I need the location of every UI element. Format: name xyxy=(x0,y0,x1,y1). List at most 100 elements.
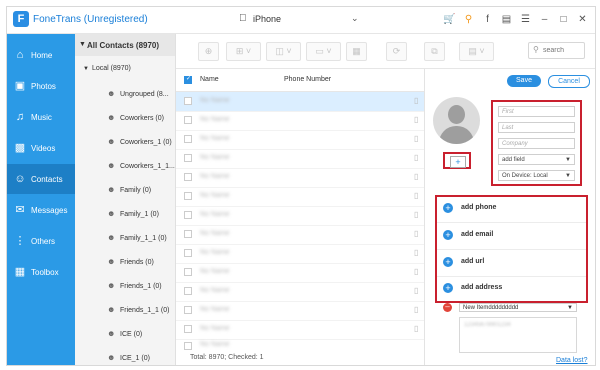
row-checkbox[interactable] xyxy=(184,116,192,124)
sidebar-item-home[interactable]: ⌂ Home xyxy=(7,40,75,70)
sidebar-item-others[interactable]: ⋮ Others xyxy=(7,226,75,256)
row-checkbox[interactable] xyxy=(184,287,192,295)
on-device-label: On Device: Local xyxy=(502,173,548,179)
tree-group[interactable]: ☻ Ungrouped (8... xyxy=(107,89,175,103)
table-row[interactable]: No Name ▯ xyxy=(176,282,424,302)
add-address-row[interactable]: + add address xyxy=(437,277,586,302)
maximize-icon[interactable]: □ xyxy=(557,12,570,27)
table-row[interactable]: No Name ▯ xyxy=(176,301,424,321)
search-box: ⚲ xyxy=(528,42,585,59)
add-field-select[interactable]: add field ▼ xyxy=(498,154,575,165)
export-button[interactable]: ◫ ˅ xyxy=(266,42,301,61)
cancel-button[interactable]: Cancel xyxy=(548,75,590,88)
contact-name: No Name xyxy=(200,325,230,332)
add-email-row[interactable]: + add email xyxy=(437,224,586,250)
first-name-field[interactable]: First xyxy=(498,106,575,117)
tree-group[interactable]: ☻ Coworkers (0) xyxy=(107,113,175,127)
menu-icon[interactable]: ☰ xyxy=(519,12,532,27)
toolbox-button[interactable]: ▤ ˅ xyxy=(459,42,494,61)
row-checkbox[interactable] xyxy=(184,154,192,162)
table-row[interactable]: No Name xyxy=(176,339,424,351)
plus-circle-icon: + xyxy=(443,203,453,213)
table-row[interactable]: No Name ▯ xyxy=(176,187,424,207)
tree-group[interactable]: ☻ ICE (0) xyxy=(107,329,175,343)
tree-group[interactable]: ☻ Coworkers_1_1... xyxy=(107,161,175,175)
table-row[interactable]: No Name ▯ xyxy=(176,111,424,131)
add-phone-row[interactable]: + add phone xyxy=(437,197,586,223)
phone-icon: ▯ xyxy=(414,286,419,295)
save-button[interactable]: Save xyxy=(507,75,541,87)
refresh-button[interactable]: ⟳ xyxy=(386,42,407,61)
tree-group[interactable]: ☻ Family_1_1 (0) xyxy=(107,233,175,247)
close-icon[interactable]: ✕ xyxy=(576,12,589,27)
key-icon[interactable]: ⚲ xyxy=(462,12,475,27)
row-checkbox[interactable] xyxy=(184,173,192,181)
facebook-icon[interactable]: f xyxy=(481,12,494,27)
tree-group[interactable]: ☻ Friends_1 (0) xyxy=(107,281,175,295)
delete-button[interactable]: ▦ xyxy=(346,42,367,61)
sidebar-item-contacts[interactable]: ☺ Contacts xyxy=(7,164,75,194)
table-row[interactable]: No Name ▯ xyxy=(176,263,424,283)
last-name-field[interactable]: Last xyxy=(498,122,575,133)
tree-all-contacts[interactable]: ▼ All Contacts (8970) xyxy=(75,34,175,56)
table-row[interactable]: No Name ▯ xyxy=(176,244,424,264)
row-checkbox[interactable] xyxy=(184,268,192,276)
row-checkbox[interactable] xyxy=(184,135,192,143)
import-button[interactable]: ⊞ ˅ xyxy=(226,42,261,61)
row-checkbox[interactable] xyxy=(184,249,192,257)
device-selector[interactable]:  iPhone ⌄ xyxy=(239,12,359,28)
trash-icon: ▦ xyxy=(352,46,361,56)
row-checkbox[interactable] xyxy=(184,342,192,350)
add-url-row[interactable]: + add url xyxy=(437,251,586,277)
select-all-checkbox[interactable] xyxy=(184,75,192,84)
column-header-phone[interactable]: Phone Number xyxy=(284,76,331,83)
tree-group[interactable]: ☻ Family (0) xyxy=(107,185,175,199)
sidebar-item-messages[interactable]: ✉ Messages xyxy=(7,195,75,225)
plus-circle-icon: + xyxy=(443,257,453,267)
row-checkbox[interactable] xyxy=(184,306,192,314)
row-checkbox[interactable] xyxy=(184,230,192,238)
on-device-select[interactable]: On Device: Local ▼ xyxy=(498,170,575,181)
table-row[interactable]: No Name ▯ xyxy=(176,168,424,188)
minimize-icon[interactable]: – xyxy=(538,12,551,27)
row-checkbox[interactable] xyxy=(184,325,192,333)
sidebar-item-music[interactable]: ♫ Music xyxy=(7,102,75,132)
contact-name: No Name xyxy=(200,249,230,256)
tree-group[interactable]: ☻ ICE_1 (0) xyxy=(107,353,175,365)
tree-local[interactable]: ▼ Local (8970) xyxy=(83,65,131,72)
new-item-textarea[interactable]: 12345678901234 xyxy=(459,317,577,353)
tree-group[interactable]: ☻ Friends_1_1 (0) xyxy=(107,305,175,319)
row-checkbox[interactable] xyxy=(184,97,192,105)
chat-icon[interactable]: ▤ xyxy=(500,12,513,27)
sidebar-item-toolbox[interactable]: ▦ Toolbox xyxy=(7,257,75,287)
duplicate-button[interactable]: ⧉ xyxy=(424,42,445,61)
add-contact-button[interactable]: ⊕ xyxy=(198,42,219,61)
table-row[interactable]: No Name ▯ xyxy=(176,92,424,112)
expand-icon: ▼ xyxy=(79,41,86,48)
sidebar-item-photos[interactable]: ▣ Photos xyxy=(7,71,75,101)
new-item-select[interactable]: New Itemddddddddd ▼ xyxy=(459,303,577,312)
table-row[interactable]: No Name ▯ xyxy=(176,130,424,150)
add-photo-button[interactable]: + xyxy=(450,156,466,168)
import-icon: ⊞ ˅ xyxy=(235,46,252,56)
tree-group[interactable]: ☻ Family_1 (0) xyxy=(107,209,175,223)
export-to-pc-button[interactable]: ▭ ˅ xyxy=(306,42,341,61)
remove-circle-icon[interactable]: – xyxy=(443,303,452,312)
table-row[interactable]: No Name ▯ xyxy=(176,149,424,169)
cart-icon[interactable]: 🛒 xyxy=(443,12,456,27)
company-field[interactable]: Company xyxy=(498,138,575,149)
tree-group[interactable]: ☻ Friends (0) xyxy=(107,257,175,271)
sidebar-item-videos[interactable]: ▩ Videos xyxy=(7,133,75,163)
row-checkbox[interactable] xyxy=(184,192,192,200)
table-row[interactable]: No Name ▯ xyxy=(176,320,424,340)
home-icon: ⌂ xyxy=(16,49,24,61)
search-input[interactable] xyxy=(543,45,581,55)
group-label: Coworkers_1_1... xyxy=(120,163,175,170)
tree-group[interactable]: ☻ Coworkers_1 (0) xyxy=(107,137,175,151)
table-row[interactable]: No Name ▯ xyxy=(176,206,424,226)
table-row[interactable]: No Name ▯ xyxy=(176,225,424,245)
row-checkbox[interactable] xyxy=(184,211,192,219)
data-lost-link[interactable]: Data lost? xyxy=(556,357,588,364)
title-bar: F FoneTrans (Unregistered)  iPhone ⌄ 🛒 … xyxy=(7,7,595,34)
column-header-name[interactable]: Name xyxy=(200,76,219,83)
